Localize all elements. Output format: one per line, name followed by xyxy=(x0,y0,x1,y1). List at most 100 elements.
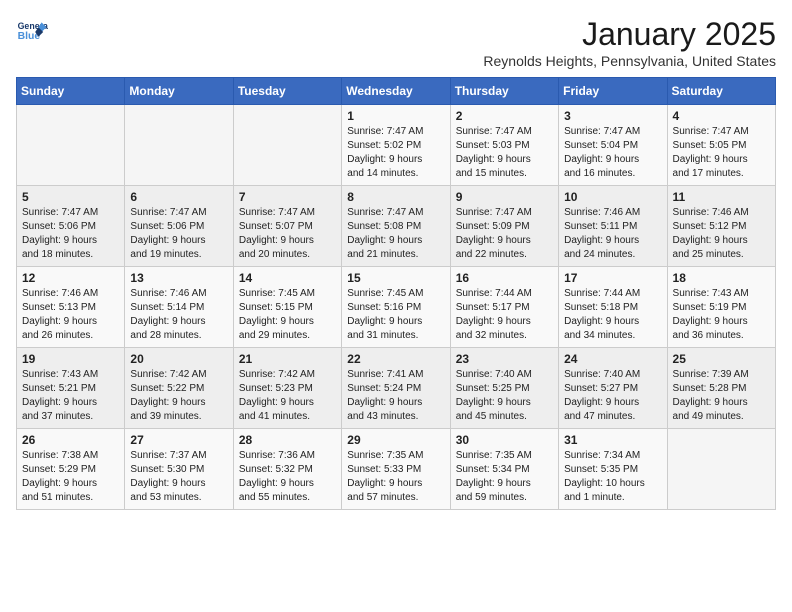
day-cell-29: 29 Sunrise: 7:35 AM Sunset: 5:33 PM Dayli… xyxy=(342,429,450,510)
day-number: 29 xyxy=(347,433,444,447)
logo: General Blue xyxy=(16,16,48,48)
day-cell-31: 31 Sunrise: 7:34 AM Sunset: 5:35 PM Dayli… xyxy=(559,429,667,510)
day-number: 10 xyxy=(564,190,661,204)
day-number: 23 xyxy=(456,352,553,366)
day-cell-17: 17Sunrise: 7:44 AM Sunset: 5:18 PM Dayli… xyxy=(559,267,667,348)
day-number: 14 xyxy=(239,271,336,285)
day-cell-2: 2 Sunrise: 7:47 AM Sunset: 5:03 PM Daylig… xyxy=(450,105,558,186)
week-row-2: 5 Sunrise: 7:47 AM Sunset: 5:06 PM Daylig… xyxy=(17,186,776,267)
day-info: Sunrise: 7:47 AM Sunset: 5:06 PM Dayligh… xyxy=(130,206,227,262)
day-info: Sunrise: 7:37 AM Sunset: 5:30 PM Dayligh… xyxy=(130,449,227,505)
day-number: 18 xyxy=(673,271,770,285)
day-cell-4: 4 Sunrise: 7:47 AM Sunset: 5:05 PM Daylig… xyxy=(667,105,775,186)
day-number: 26 xyxy=(22,433,119,447)
weekday-header-friday: Friday xyxy=(559,78,667,105)
day-number: 1 xyxy=(347,109,444,123)
day-cell-25: 25Sunrise: 7:39 AM Sunset: 5:28 PM Dayli… xyxy=(667,348,775,429)
weekday-header-tuesday: Tuesday xyxy=(233,78,341,105)
day-number: 16 xyxy=(456,271,553,285)
day-info: Sunrise: 7:46 AM Sunset: 5:13 PM Dayligh… xyxy=(22,287,119,343)
day-number: 3 xyxy=(564,109,661,123)
day-info: Sunrise: 7:38 AM Sunset: 5:29 PM Dayligh… xyxy=(22,449,119,505)
day-info: Sunrise: 7:45 AM Sunset: 5:15 PM Dayligh… xyxy=(239,287,336,343)
week-row-1: 1 Sunrise: 7:47 AM Sunset: 5:02 PM Daylig… xyxy=(17,105,776,186)
day-cell-5: 5 Sunrise: 7:47 AM Sunset: 5:06 PM Daylig… xyxy=(17,186,125,267)
day-info: Sunrise: 7:41 AM Sunset: 5:24 PM Dayligh… xyxy=(347,368,444,424)
day-info: Sunrise: 7:47 AM Sunset: 5:04 PM Dayligh… xyxy=(564,125,661,181)
day-number: 17 xyxy=(564,271,661,285)
day-info: Sunrise: 7:40 AM Sunset: 5:27 PM Dayligh… xyxy=(564,368,661,424)
day-info: Sunrise: 7:34 AM Sunset: 5:35 PM Dayligh… xyxy=(564,449,661,505)
empty-cell xyxy=(667,429,775,510)
day-info: Sunrise: 7:43 AM Sunset: 5:21 PM Dayligh… xyxy=(22,368,119,424)
location: Reynolds Heights, Pennsylvania, United S… xyxy=(483,53,776,69)
empty-cell xyxy=(125,105,233,186)
day-info: Sunrise: 7:35 AM Sunset: 5:33 PM Dayligh… xyxy=(347,449,444,505)
day-cell-24: 24 Sunrise: 7:40 AM Sunset: 5:27 PM Dayli… xyxy=(559,348,667,429)
day-number: 22 xyxy=(347,352,444,366)
day-info: Sunrise: 7:46 AM Sunset: 5:12 PM Dayligh… xyxy=(673,206,770,262)
week-row-5: 26 Sunrise: 7:38 AM Sunset: 5:29 PM Dayli… xyxy=(17,429,776,510)
empty-cell xyxy=(233,105,341,186)
day-number: 31 xyxy=(564,433,661,447)
day-cell-15: 15 Sunrise: 7:45 AM Sunset: 5:16 PM Dayli… xyxy=(342,267,450,348)
day-info: Sunrise: 7:47 AM Sunset: 5:03 PM Dayligh… xyxy=(456,125,553,181)
title-block: January 2025 Reynolds Heights, Pennsylva… xyxy=(483,16,776,69)
day-number: 30 xyxy=(456,433,553,447)
day-cell-14: 14 Sunrise: 7:45 AM Sunset: 5:15 PM Dayli… xyxy=(233,267,341,348)
day-number: 25 xyxy=(673,352,770,366)
day-info: Sunrise: 7:47 AM Sunset: 5:07 PM Dayligh… xyxy=(239,206,336,262)
day-cell-28: 28Sunrise: 7:36 AM Sunset: 5:32 PM Dayli… xyxy=(233,429,341,510)
day-info: Sunrise: 7:42 AM Sunset: 5:23 PM Dayligh… xyxy=(239,368,336,424)
day-cell-13: 13 Sunrise: 7:46 AM Sunset: 5:14 PM Dayli… xyxy=(125,267,233,348)
day-number: 11 xyxy=(673,190,770,204)
empty-cell xyxy=(17,105,125,186)
day-cell-20: 20 Sunrise: 7:42 AM Sunset: 5:22 PM Dayli… xyxy=(125,348,233,429)
day-cell-6: 6Sunrise: 7:47 AM Sunset: 5:06 PM Daylig… xyxy=(125,186,233,267)
day-cell-16: 16 Sunrise: 7:44 AM Sunset: 5:17 PM Dayli… xyxy=(450,267,558,348)
day-cell-11: 11 Sunrise: 7:46 AM Sunset: 5:12 PM Dayli… xyxy=(667,186,775,267)
day-number: 2 xyxy=(456,109,553,123)
day-cell-1: 1 Sunrise: 7:47 AM Sunset: 5:02 PM Daylig… xyxy=(342,105,450,186)
week-row-4: 19 Sunrise: 7:43 AM Sunset: 5:21 PM Dayli… xyxy=(17,348,776,429)
weekday-header-wednesday: Wednesday xyxy=(342,78,450,105)
day-cell-9: 9Sunrise: 7:47 AM Sunset: 5:09 PM Daylig… xyxy=(450,186,558,267)
day-number: 20 xyxy=(130,352,227,366)
day-info: Sunrise: 7:42 AM Sunset: 5:22 PM Dayligh… xyxy=(130,368,227,424)
weekday-header-row: SundayMondayTuesdayWednesdayThursdayFrid… xyxy=(17,78,776,105)
day-cell-3: 3 Sunrise: 7:47 AM Sunset: 5:04 PM Daylig… xyxy=(559,105,667,186)
day-info: Sunrise: 7:35 AM Sunset: 5:34 PM Dayligh… xyxy=(456,449,553,505)
day-number: 15 xyxy=(347,271,444,285)
weekday-header-monday: Monday xyxy=(125,78,233,105)
day-number: 4 xyxy=(673,109,770,123)
day-number: 13 xyxy=(130,271,227,285)
day-number: 7 xyxy=(239,190,336,204)
day-cell-8: 8Sunrise: 7:47 AM Sunset: 5:08 PM Daylig… xyxy=(342,186,450,267)
day-info: Sunrise: 7:45 AM Sunset: 5:16 PM Dayligh… xyxy=(347,287,444,343)
page-header: General Blue January 2025 Reynolds Heigh… xyxy=(16,16,776,69)
day-number: 21 xyxy=(239,352,336,366)
day-info: Sunrise: 7:46 AM Sunset: 5:14 PM Dayligh… xyxy=(130,287,227,343)
logo-icon: General Blue xyxy=(16,16,48,48)
day-info: Sunrise: 7:46 AM Sunset: 5:11 PM Dayligh… xyxy=(564,206,661,262)
day-info: Sunrise: 7:43 AM Sunset: 5:19 PM Dayligh… xyxy=(673,287,770,343)
day-number: 5 xyxy=(22,190,119,204)
weekday-header-sunday: Sunday xyxy=(17,78,125,105)
day-number: 19 xyxy=(22,352,119,366)
week-row-3: 12Sunrise: 7:46 AM Sunset: 5:13 PM Dayli… xyxy=(17,267,776,348)
weekday-header-thursday: Thursday xyxy=(450,78,558,105)
day-number: 9 xyxy=(456,190,553,204)
day-info: Sunrise: 7:40 AM Sunset: 5:25 PM Dayligh… xyxy=(456,368,553,424)
weekday-header-saturday: Saturday xyxy=(667,78,775,105)
day-info: Sunrise: 7:47 AM Sunset: 5:02 PM Dayligh… xyxy=(347,125,444,181)
day-info: Sunrise: 7:44 AM Sunset: 5:17 PM Dayligh… xyxy=(456,287,553,343)
day-info: Sunrise: 7:47 AM Sunset: 5:05 PM Dayligh… xyxy=(673,125,770,181)
day-info: Sunrise: 7:47 AM Sunset: 5:06 PM Dayligh… xyxy=(22,206,119,262)
calendar-table: SundayMondayTuesdayWednesdayThursdayFrid… xyxy=(16,77,776,510)
day-cell-12: 12Sunrise: 7:46 AM Sunset: 5:13 PM Dayli… xyxy=(17,267,125,348)
day-cell-26: 26 Sunrise: 7:38 AM Sunset: 5:29 PM Dayli… xyxy=(17,429,125,510)
day-number: 8 xyxy=(347,190,444,204)
day-number: 24 xyxy=(564,352,661,366)
day-cell-30: 30 Sunrise: 7:35 AM Sunset: 5:34 PM Dayli… xyxy=(450,429,558,510)
day-cell-27: 27Sunrise: 7:37 AM Sunset: 5:30 PM Dayli… xyxy=(125,429,233,510)
